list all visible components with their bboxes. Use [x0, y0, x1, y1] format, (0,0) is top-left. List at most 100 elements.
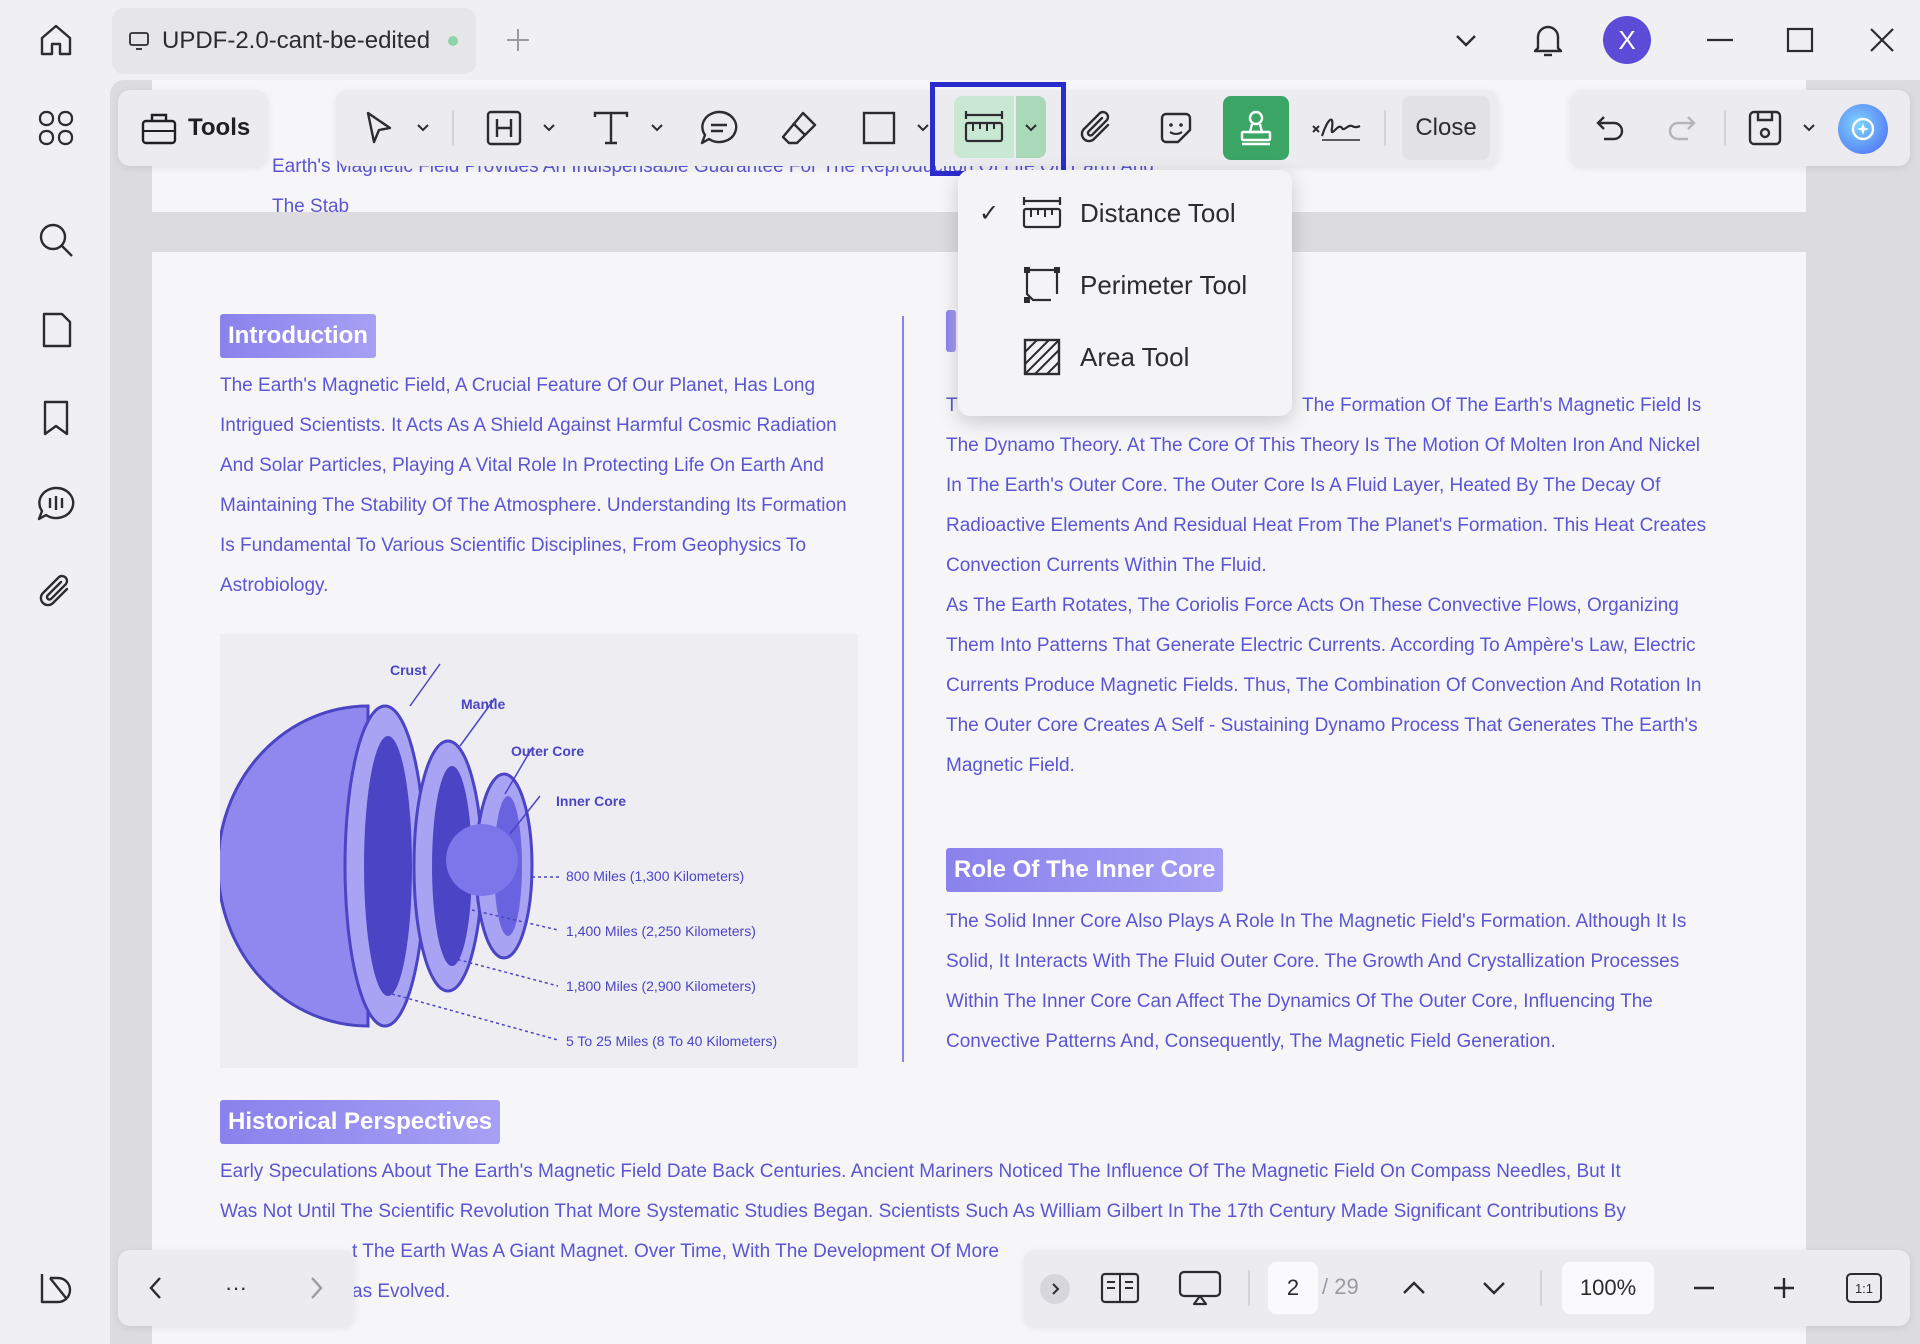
earth-layers-illustration	[220, 663, 560, 1041]
measure-tool-menu: ✓ Distance Tool Perimeter Tool Area Tool	[958, 170, 1292, 416]
minimize-icon	[1707, 38, 1733, 42]
user-avatar[interactable]: X	[1603, 16, 1651, 64]
toolbar-separator	[1248, 1270, 1250, 1306]
zoom-level-input[interactable]: 100%	[1562, 1262, 1654, 1314]
sidebar-pages-button[interactable]	[28, 302, 84, 358]
dynamo-paragraph: The Dynamo Theory. At The Core Of This T…	[946, 426, 1766, 786]
menu-item-label: Distance Tool	[1080, 197, 1236, 228]
text-line: Solid, It Interacts With The Fluid Outer…	[946, 951, 1680, 972]
text-tool-button[interactable]	[586, 96, 636, 160]
stamp-icon	[1240, 110, 1272, 146]
eraser-tool-button[interactable]	[774, 96, 824, 160]
previous-page-button[interactable]	[1394, 1262, 1434, 1314]
document-tab[interactable]: UPDF-2.0-cant-be-edited	[112, 8, 476, 74]
select-tool-button[interactable]	[356, 96, 402, 160]
text-line: The Solid Inner Core Also Plays A Role I…	[946, 911, 1687, 932]
new-tab-button[interactable]	[498, 20, 538, 60]
chevron-up-icon	[1403, 1281, 1425, 1294]
text-line: Within The Inner Core Can Affect The Dyn…	[946, 991, 1653, 1012]
monitor-icon	[129, 32, 149, 50]
close-tools-button[interactable]: Close	[1402, 96, 1490, 160]
actual-size-icon: 1:1	[1846, 1273, 1882, 1303]
home-button[interactable]	[28, 16, 84, 64]
nav-back-button[interactable]	[136, 1262, 176, 1314]
minimize-button[interactable]	[1696, 14, 1744, 66]
collapse-controls-button[interactable]	[1040, 1274, 1070, 1304]
text-line: And Solar Particles, Playing A Vital Rol…	[220, 455, 824, 476]
redo-button[interactable]	[1660, 96, 1704, 160]
distance-label: 1,800 Miles (2,900 Kilometers)	[566, 978, 756, 994]
actual-size-button[interactable]: 1:1	[1842, 1262, 1886, 1314]
text-line: Was Not Until The Scientific Revolution …	[220, 1201, 1626, 1222]
mantle-label: Mantle	[461, 696, 506, 712]
minus-icon	[1694, 1286, 1714, 1290]
next-page-button[interactable]	[1474, 1262, 1514, 1314]
notifications-button[interactable]	[1522, 14, 1574, 66]
maximize-button[interactable]	[1776, 14, 1824, 66]
highlight-tool-button[interactable]	[480, 96, 528, 160]
paperclip-icon	[39, 574, 69, 607]
document-tab-title: UPDF-2.0-cant-be-edited	[162, 27, 431, 54]
current-page-input[interactable]: 2	[1268, 1262, 1318, 1314]
sidebar-attachments-button[interactable]	[28, 564, 84, 620]
text-fragment: The Formation Of The Earth's Magnetic Fi…	[1302, 395, 1702, 416]
zoom-out-button[interactable]	[1684, 1262, 1724, 1314]
grid-icon	[38, 110, 74, 146]
presentation-button[interactable]	[1172, 1262, 1228, 1314]
attach-file-button[interactable]	[1072, 96, 1122, 160]
speech-bubble-icon	[700, 110, 738, 145]
text-line: Radioactive Elements And Residual Heat F…	[946, 515, 1707, 536]
text-line: Convective Patterns And, Consequently, T…	[946, 1031, 1556, 1052]
tools-button[interactable]: Tools	[118, 90, 268, 166]
menu-item-label: Area Tool	[1080, 341, 1190, 372]
cursor-icon	[366, 111, 392, 144]
close-window-button[interactable]	[1858, 14, 1906, 66]
signature-tool-button[interactable]	[1308, 96, 1364, 160]
chevron-down-icon	[651, 124, 663, 132]
text-line: Astrobiology.	[220, 575, 329, 596]
introduction-heading: Introduction	[220, 314, 376, 358]
inner-core-paragraph: The Solid Inner Core Also Plays A Role I…	[946, 902, 1766, 1062]
sticker-tool-button[interactable]	[1150, 96, 1202, 160]
sidebar-thumbnails-button[interactable]	[28, 100, 84, 156]
chevron-down-icon	[417, 124, 429, 132]
select-tool-dropdown[interactable]	[412, 116, 434, 138]
chevron-down-icon	[543, 124, 555, 132]
highlight-tool-dropdown[interactable]	[538, 116, 560, 138]
nav-more-button[interactable]: ···	[214, 1262, 258, 1314]
menu-item-distance-tool[interactable]: ✓ Distance Tool	[958, 178, 1292, 248]
toolbar-separator	[1384, 110, 1386, 146]
tools-label: Tools	[188, 114, 251, 141]
menu-item-perimeter-tool[interactable]: Perimeter Tool	[958, 250, 1292, 320]
tabs-menu-button[interactable]	[1442, 14, 1490, 66]
text-line: Intrigued Scientists. It Acts As A Shiel…	[220, 415, 837, 436]
chevron-down-icon	[1483, 1282, 1505, 1295]
comment-tool-button[interactable]	[694, 96, 744, 160]
save-button[interactable]	[1742, 96, 1788, 160]
undo-button[interactable]	[1588, 96, 1632, 160]
menu-item-area-tool[interactable]: Area Tool	[958, 322, 1292, 392]
sidebar-bookmarks-button[interactable]	[28, 390, 84, 446]
zoom-in-button[interactable]	[1764, 1262, 1804, 1314]
perimeter-icon	[1020, 263, 1064, 307]
text-line: Convection Currents Within The Fluid.	[946, 555, 1267, 576]
sidebar-updf-logo-button[interactable]	[28, 1260, 84, 1316]
page-layout-button[interactable]	[1094, 1262, 1146, 1314]
save-dropdown[interactable]	[1798, 116, 1820, 138]
text-line: As The Earth Rotates, The Coriolis Force…	[946, 595, 1679, 616]
home-icon	[40, 24, 72, 56]
text-line: The Outer Core Creates A Self - Sustaini…	[946, 715, 1698, 736]
sidebar-comments-button[interactable]	[28, 476, 84, 532]
bookmark-icon	[43, 400, 69, 436]
distance-label: 5 To 25 Miles (8 To 40 Kilometers)	[566, 1033, 778, 1049]
shape-tool-button[interactable]	[854, 96, 904, 160]
maximize-icon	[1786, 27, 1814, 53]
measure-tool-highlight-box	[930, 82, 1066, 176]
nav-forward-button[interactable]	[296, 1262, 336, 1314]
text-tool-dropdown[interactable]	[646, 116, 668, 138]
sidebar-search-button[interactable]	[28, 212, 84, 268]
stamp-tool-button[interactable]	[1223, 96, 1289, 160]
chevron-right-icon	[311, 1277, 323, 1299]
ai-assistant-button[interactable]	[1838, 104, 1888, 154]
highlight-icon	[486, 110, 522, 146]
